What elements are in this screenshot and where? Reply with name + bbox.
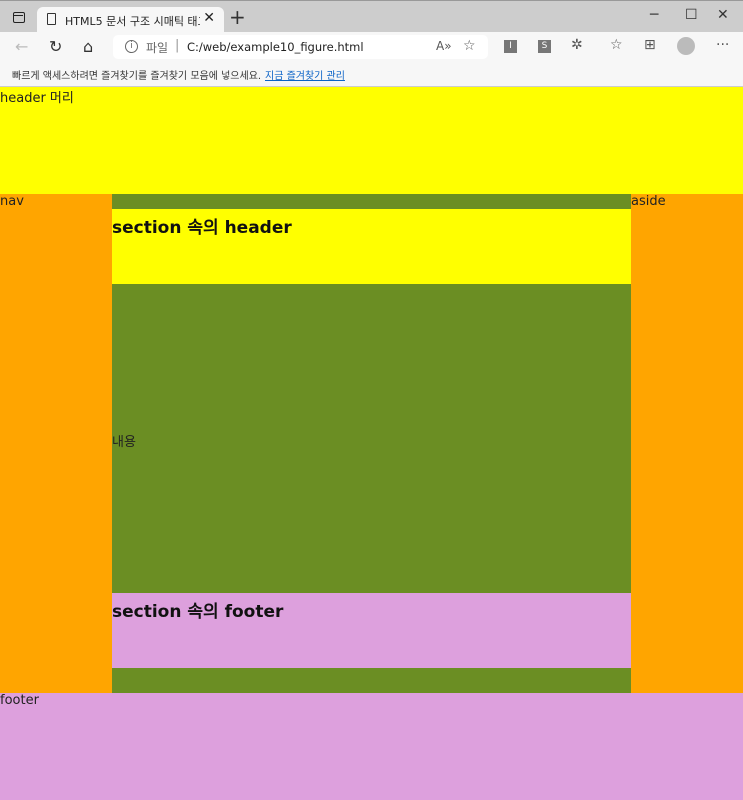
favorites-icon[interactable]: ☆ <box>610 37 623 53</box>
nav: nav <box>0 194 112 693</box>
extensions-icon[interactable]: ✲ <box>571 37 583 53</box>
extension-s-icon[interactable]: S <box>538 40 551 53</box>
refresh-icon[interactable]: ↻ <box>49 37 62 56</box>
tab-title: HTML5 문서 구조 시매틱 태그 사용 <box>65 15 200 28</box>
tab-bar: HTML5 문서 구조 시매틱 태그 사용 ✕ + ─ ☐ ✕ <box>0 0 743 33</box>
close-tab-icon[interactable]: ✕ <box>203 10 215 26</box>
more-icon[interactable]: ··· <box>716 37 729 53</box>
bookmarks-bar: 빠르게 액세스하려면 즐겨찾기를 즐겨찾기 모음에 넣으세요. 지금 즐겨찾기 … <box>0 62 743 87</box>
scheme-label: 파일 <box>146 41 169 55</box>
info-icon[interactable]: i <box>125 40 138 53</box>
section-footer-title: section 속의 footer <box>112 602 284 622</box>
collections-icon[interactable]: ⊞ <box>644 37 656 53</box>
toolbar: ← ↻ ⌂ i 파일 | C:/web/example10_figure.htm… <box>0 32 743 62</box>
url-text[interactable]: C:/web/example10_figure.html <box>187 40 364 54</box>
address-bar[interactable]: i 파일 | C:/web/example10_figure.html A» ☆ <box>113 35 488 59</box>
page-content: header 머리 nav section 속의 header 내용 secti… <box>0 87 743 800</box>
divider: | <box>175 38 180 53</box>
extension-i-icon[interactable]: I <box>504 40 517 53</box>
section-content: 내용 <box>112 435 136 450</box>
maximize-icon[interactable]: ☐ <box>685 7 698 23</box>
section: section 속의 header 내용 section 속의 footer <box>112 194 631 693</box>
section-footer: section 속의 footer <box>112 593 631 668</box>
tab-active[interactable]: HTML5 문서 구조 시매틱 태그 사용 ✕ <box>37 7 224 33</box>
new-tab-button[interactable]: + <box>229 5 246 29</box>
profile-avatar[interactable] <box>677 37 695 55</box>
section-header-title: section 속의 header <box>112 218 292 238</box>
favorite-add-icon[interactable]: ☆ <box>463 38 476 54</box>
close-window-icon[interactable]: ✕ <box>717 7 729 23</box>
read-aloud-icon[interactable]: A» <box>436 39 452 53</box>
section-header: section 속의 header <box>112 209 631 284</box>
page-footer: footer <box>0 693 743 800</box>
back-icon[interactable]: ← <box>15 37 28 56</box>
home-icon[interactable]: ⌂ <box>83 37 93 56</box>
tab-actions-icon[interactable] <box>13 12 25 23</box>
bookmark-message: 빠르게 액세스하려면 즐겨찾기를 즐겨찾기 모음에 넣으세요. <box>12 71 262 82</box>
manage-favorites-link[interactable]: 지금 즐겨찾기 관리 <box>265 67 345 82</box>
minimize-icon[interactable]: ─ <box>650 7 658 23</box>
aside: aside <box>631 194 743 693</box>
page-header: header 머리 <box>0 87 743 194</box>
document-icon <box>47 13 56 25</box>
